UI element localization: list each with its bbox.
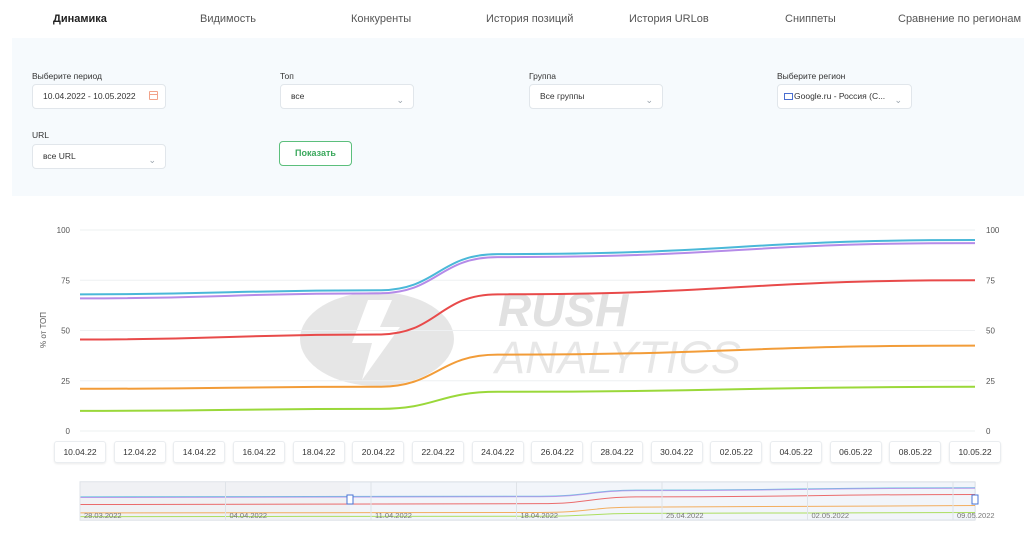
watermark-text-rush: RUSH [498, 284, 629, 336]
y-tick-label-left: 75 [61, 276, 70, 285]
x-tick-label: 24.04.22 [471, 441, 524, 463]
navigator-left-handle[interactable] [346, 494, 354, 505]
x-tick-label: 26.04.22 [531, 441, 584, 463]
x-tick-label: 02.05.22 [710, 441, 763, 463]
y-tick-label-left: 25 [61, 377, 70, 386]
navigator-date-label: 18.04.2022 [521, 511, 559, 520]
x-tick-label: 10.04.22 [54, 441, 106, 463]
x-tick-label: 28.04.22 [591, 441, 643, 463]
y-tick-label-left: 100 [57, 226, 71, 235]
y-tick-label-left: 0 [66, 427, 71, 436]
x-tick-label: 30.04.22 [650, 441, 703, 463]
y-tick-label-right: 25 [986, 377, 995, 386]
y-tick-label-left: 50 [61, 327, 70, 336]
navigator-date-label: 04.04.2022 [230, 511, 268, 520]
x-tick-label: 14.04.22 [173, 441, 226, 463]
y-axis-label: % от ТОП [39, 312, 48, 348]
series-line-5 [79, 385, 976, 412]
range-navigator[interactable]: 28.03.2022 04.04.2022 11.04.2022 18.04.2022… [79, 481, 995, 521]
x-tick-label: 18.04.22 [292, 441, 345, 463]
navigator-date-label: 25.04.2022 [666, 511, 704, 520]
navigator-date-label: 09.05.2022 [957, 511, 995, 520]
x-tick-label: 10.05.22 [949, 441, 1001, 463]
x-tick-label: 12.04.22 [113, 441, 166, 463]
y-tick-label-right: 50 [986, 327, 995, 336]
x-tick-label: 16.04.22 [233, 441, 285, 463]
x-tick-label: 04.05.22 [770, 441, 822, 463]
watermark-text-analytics: ANALYTICS [492, 332, 741, 383]
y-tick-label-right: 0 [986, 427, 991, 436]
y-tick-label-right: 100 [986, 226, 1000, 235]
navigator-right-handle[interactable] [971, 494, 979, 505]
x-tick-label: 06.05.22 [829, 441, 882, 463]
navigator-date-label: 02.05.2022 [812, 511, 850, 520]
y-tick-label-right: 75 [986, 276, 995, 285]
x-tick-label: 22.04.22 [412, 441, 464, 463]
navigator-date-label: 28.03.2022 [84, 511, 122, 520]
x-tick-label: 20.04.22 [352, 441, 405, 463]
navigator-date-label: 11.04.2022 [375, 511, 412, 520]
x-tick-label: 08.05.22 [889, 441, 942, 463]
